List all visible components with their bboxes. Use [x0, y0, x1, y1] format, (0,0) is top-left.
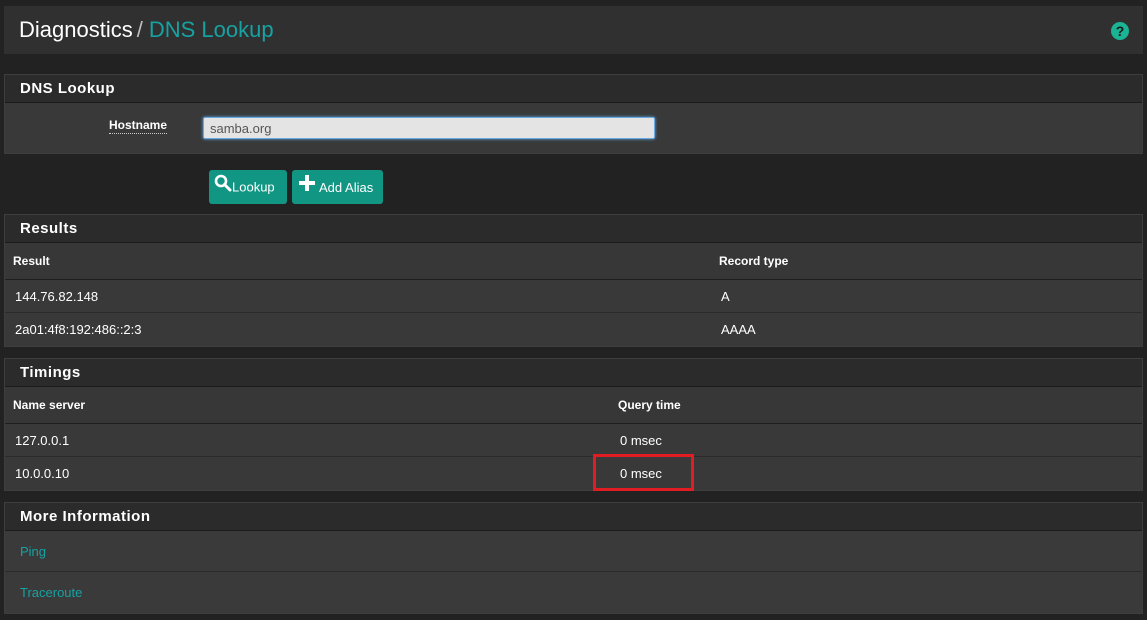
record-type-cell: AAAA — [721, 322, 756, 337]
panel-title: Timings — [5, 359, 1142, 387]
table-row: 144.76.82.148 A — [5, 280, 1142, 313]
table-row: 10.0.0.10 0 msec — [5, 457, 1142, 490]
column-header-query-time[interactable]: Query time — [618, 387, 681, 424]
panel-title: DNS Lookup — [5, 75, 1142, 103]
result-cell: 144.76.82.148 — [15, 289, 99, 304]
list-item: Traceroute — [5, 572, 1142, 613]
lookup-button[interactable]: Lookup — [209, 170, 287, 204]
timings-panel: Timings Name server Query time 127.0.0.1… — [4, 358, 1143, 491]
hostname-input[interactable] — [203, 117, 655, 139]
result-cell: 2a01:4f8:192:486::2:3 — [15, 322, 142, 337]
query-time-cell: 0 msec — [620, 433, 662, 448]
column-header-name-server[interactable]: Name server — [13, 387, 85, 424]
results-panel: Results Result Record type 144.76.82.148… — [4, 214, 1143, 347]
list-item: Ping — [5, 531, 1142, 572]
add-alias-button-label: Add Alias — [319, 179, 374, 195]
panel-title: More Information — [5, 503, 1142, 531]
question-circle-icon[interactable]: ? — [1111, 22, 1129, 40]
table-row: 2a01:4f8:192:486::2:3 AAAA — [5, 313, 1142, 346]
breadcrumb-current[interactable]: DNS Lookup — [149, 17, 274, 42]
add-alias-button[interactable]: Add Alias — [292, 170, 383, 204]
lookup-button-label: Lookup — [232, 179, 275, 195]
record-type-cell: A — [721, 289, 730, 304]
page-header: Diagnostics / DNS Lookup ? — [4, 6, 1143, 54]
form-body: Hostname — [5, 103, 1142, 153]
timings-table-header: Name server Query time — [5, 387, 1142, 424]
results-table-header: Result Record type — [5, 243, 1142, 280]
traceroute-link[interactable]: Traceroute — [20, 585, 82, 600]
name-server-cell: 127.0.0.1 — [15, 433, 70, 448]
more-information-panel: More Information Ping Traceroute — [4, 502, 1143, 614]
table-row: 127.0.0.1 0 msec — [5, 424, 1142, 457]
dns-lookup-panel: DNS Lookup Hostname — [4, 74, 1143, 154]
ping-link[interactable]: Ping — [20, 544, 46, 559]
panel-title: Results — [5, 215, 1142, 243]
breadcrumb-separator: / — [136, 17, 143, 42]
name-server-cell: 10.0.0.10 — [15, 466, 70, 481]
plus-icon — [298, 171, 316, 205]
breadcrumb: Diagnostics / DNS Lookup — [19, 17, 274, 43]
breadcrumb-parent[interactable]: Diagnostics — [19, 17, 133, 42]
column-header-result[interactable]: Result — [13, 243, 50, 280]
search-icon — [214, 171, 232, 205]
query-time-cell: 0 msec — [620, 466, 662, 481]
hostname-label: Hostname — [109, 118, 168, 134]
column-header-record-type[interactable]: Record type — [719, 243, 788, 280]
